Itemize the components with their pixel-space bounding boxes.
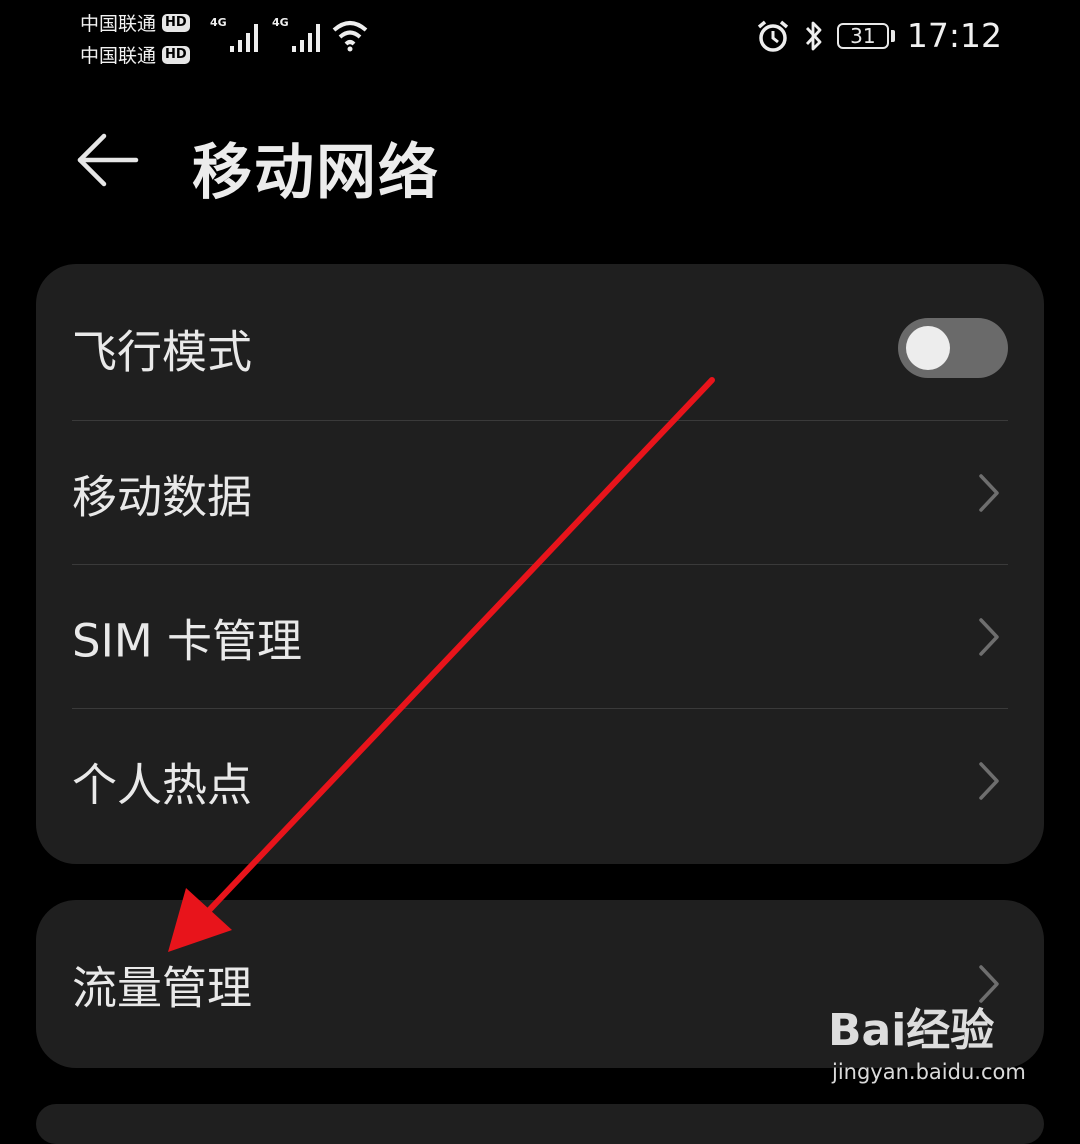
settings-group-1: 飞行模式 移动数据 SIM 卡管理 个人热点 [36,264,1044,864]
airplane-mode-toggle[interactable] [898,318,1008,378]
mobile-data-row[interactable]: 移动数据 [72,421,1008,565]
page-title: 移动网络 [192,138,440,208]
chevron-right-icon [979,474,999,512]
baidu-watermark: Bai经验 jingyan.baidu.com [828,994,1028,1094]
signal-icon: 4G [272,16,328,60]
hd-badge: HD [162,13,190,32]
airplane-mode-row[interactable]: 飞行模式 [72,276,1008,420]
chevron-right-icon [979,762,999,800]
sim-management-row[interactable]: SIM 卡管理 [72,565,1008,709]
battery-icon: 31 [836,22,895,49]
clock: 17:12 [906,16,1002,55]
hotspot-row[interactable]: 个人热点 [72,709,1008,853]
bluetooth-icon [805,21,822,50]
network-gen-1: 4G [210,16,227,29]
status-bar: 中国联通 HD 中国联通 HD 4G 4G 31 17:12 [0,0,1080,80]
carrier-1-name: 中国联通 [80,13,157,35]
carrier-2: 中国联通 HD [80,41,190,68]
battery-level: 31 [836,22,889,49]
back-arrow-icon[interactable] [74,132,140,188]
wifi-icon [332,21,368,52]
hotspot-label: 个人热点 [72,758,253,812]
hd-badge: HD [162,45,190,64]
mobile-data-label: 移动数据 [72,470,253,524]
carrier-2-name: 中国联通 [80,45,157,67]
network-gen-2: 4G [272,16,289,29]
toggle-knob [906,326,950,370]
watermark-logo: Bai经验 [828,1005,995,1056]
airplane-mode-label: 飞行模式 [72,325,253,379]
traffic-management-label: 流量管理 [72,961,253,1015]
alarm-icon [757,20,789,52]
carrier-1: 中国联通 HD [80,9,190,36]
page-header: 移动网络 [0,110,1080,210]
status-right: 31 17:12 [755,16,1002,55]
signal-icon: 4G [210,16,266,60]
chevron-right-icon [979,618,999,656]
watermark-url: jingyan.baidu.com [832,1060,1026,1084]
sim-management-label: SIM 卡管理 [72,614,302,668]
settings-group-3 [36,1104,1044,1144]
